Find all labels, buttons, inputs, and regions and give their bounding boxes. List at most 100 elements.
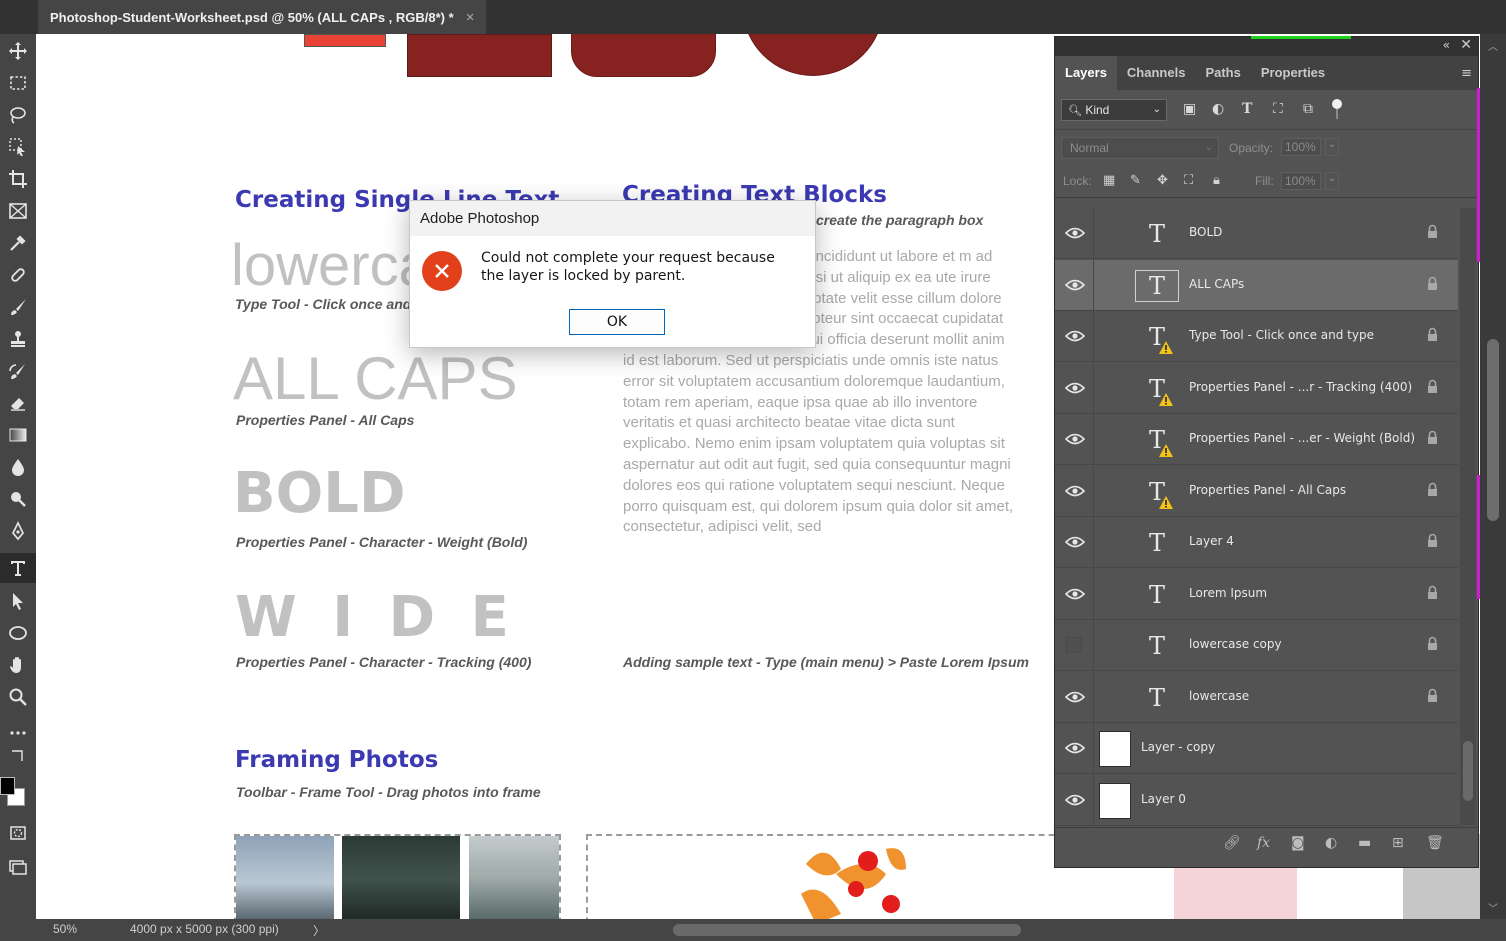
- ok-button[interactable]: OK: [569, 309, 665, 335]
- lasso-tool-icon[interactable]: [0, 100, 36, 130]
- layer-row[interactable]: Layer 0: [1055, 774, 1458, 826]
- blend-mode-select[interactable]: Normal ⌄: [1061, 137, 1219, 159]
- eye-icon[interactable]: [1064, 380, 1086, 394]
- eye-icon[interactable]: [1064, 225, 1086, 239]
- move-tool-icon[interactable]: [0, 36, 36, 66]
- screen-mode-icon[interactable]: [0, 852, 36, 882]
- eye-icon[interactable]: [1064, 534, 1086, 548]
- foreground-color-swatch[interactable]: [0, 777, 15, 795]
- layer-row[interactable]: T ALL CAPs: [1055, 259, 1458, 311]
- close-panel-icon[interactable]: ✕: [1460, 37, 1472, 53]
- tab-layers[interactable]: Layers: [1055, 56, 1117, 90]
- ellipse-tool-icon[interactable]: [0, 618, 36, 648]
- more-tools-icon[interactable]: [0, 718, 36, 748]
- visibility-toggle-off[interactable]: [1066, 637, 1082, 653]
- pen-tool-icon[interactable]: [0, 516, 36, 546]
- color-swatches[interactable]: [0, 774, 28, 810]
- lock-artboard-icon[interactable]: ⛶: [1184, 173, 1193, 188]
- spot-healing-tool-icon[interactable]: [0, 260, 36, 290]
- tab-paths[interactable]: Paths: [1195, 56, 1250, 90]
- crop-tool-icon[interactable]: [0, 164, 36, 194]
- tab-properties[interactable]: Properties: [1251, 56, 1335, 90]
- adjustment-layer-icon[interactable]: ◐: [1325, 835, 1337, 851]
- lock-image-icon[interactable]: ✎: [1130, 173, 1141, 188]
- scroll-up-icon[interactable]: ︿: [1488, 38, 1498, 53]
- eye-icon[interactable]: [1064, 586, 1086, 600]
- layers-scrollbar[interactable]: [1460, 208, 1476, 825]
- eye-icon[interactable]: [1064, 740, 1086, 754]
- vertical-scroll-thumb[interactable]: [1487, 339, 1499, 521]
- visibility-divider: [1093, 208, 1094, 259]
- lock-position-icon[interactable]: ✥: [1157, 173, 1168, 188]
- sample-wide: W I D E: [235, 585, 517, 650]
- layer-row[interactable]: T Properties Panel - ...r - Tracking (400…: [1055, 362, 1458, 414]
- eye-icon[interactable]: [1064, 689, 1086, 703]
- close-tab-icon[interactable]: ×: [466, 1, 475, 34]
- layers-scroll-thumb[interactable]: [1463, 741, 1473, 801]
- delete-layer-icon[interactable]: 🗑︎: [1426, 835, 1444, 851]
- add-mask-icon[interactable]: ◙: [1291, 835, 1305, 851]
- panel-menu-icon[interactable]: ≡: [1461, 66, 1472, 81]
- frame-tool-icon[interactable]: [0, 196, 36, 226]
- photo-dark-forest[interactable]: [342, 836, 460, 919]
- lock-all-icon[interactable]: 🔒︎: [1213, 173, 1220, 188]
- status-menu-arrow-icon[interactable]: 〉: [313, 922, 325, 939]
- brush-tool-icon[interactable]: [0, 292, 36, 322]
- horizontal-scroll-thumb[interactable]: [673, 924, 1021, 936]
- layer-row[interactable]: T Lorem Ipsum: [1055, 568, 1458, 620]
- eye-icon[interactable]: [1064, 277, 1086, 291]
- quick-mask-icon[interactable]: [0, 818, 36, 848]
- type-tool-icon[interactable]: [0, 553, 36, 583]
- layer-row[interactable]: Layer - copy: [1055, 723, 1458, 774]
- eye-icon[interactable]: [1064, 792, 1086, 806]
- opacity-dropdown-icon[interactable]: ⌄: [1325, 138, 1339, 156]
- fill-field[interactable]: 100%: [1281, 172, 1321, 190]
- layer-row[interactable]: T Type Tool - Click once and type: [1055, 311, 1458, 362]
- eye-icon[interactable]: [1064, 431, 1086, 445]
- layer-row[interactable]: T Properties Panel - ...er - Weight (Bold…: [1055, 414, 1458, 465]
- layer-row[interactable]: Tlowercase: [1055, 671, 1458, 723]
- collapse-panel-icon[interactable]: «: [1443, 38, 1450, 52]
- shape-filter-icon[interactable]: ⛶: [1273, 101, 1283, 117]
- eyedropper-tool-icon[interactable]: [0, 228, 36, 258]
- new-layer-icon[interactable]: ⊞: [1392, 835, 1404, 851]
- adjustment-filter-icon[interactable]: ◐: [1212, 101, 1224, 117]
- visibility-divider: [1093, 517, 1094, 568]
- gradient-tool-icon[interactable]: [0, 420, 36, 450]
- photo-pine-fog[interactable]: [469, 836, 559, 919]
- zoom-level[interactable]: 50%: [53, 922, 77, 936]
- canvas-vertical-scrollbar[interactable]: ︿ ﹀: [1480, 34, 1506, 919]
- history-brush-tool-icon[interactable]: [0, 356, 36, 386]
- eraser-tool-icon[interactable]: [0, 388, 36, 418]
- scroll-down-icon[interactable]: ﹀: [1488, 900, 1498, 915]
- photo-misty-forest[interactable]: [236, 836, 334, 919]
- eye-icon[interactable]: [1064, 328, 1086, 342]
- layer-row[interactable]: T BOLD: [1055, 208, 1458, 259]
- document-tab[interactable]: Photoshop-Student-Worksheet.psd @ 50% (A…: [38, 0, 487, 34]
- object-select-tool-icon[interactable]: [0, 132, 36, 162]
- eye-icon[interactable]: [1064, 483, 1086, 497]
- opacity-field[interactable]: 100%: [1281, 138, 1321, 156]
- smart-object-filter-icon[interactable]: ⧉: [1303, 101, 1313, 117]
- fill-dropdown-icon[interactable]: ⌄: [1325, 172, 1339, 190]
- hand-tool-icon[interactable]: [0, 650, 36, 680]
- lock-transparent-icon[interactable]: ▦: [1103, 173, 1115, 188]
- layer-row[interactable]: T Layer 4: [1055, 517, 1458, 568]
- layer-row[interactable]: T Properties Panel - All Caps: [1055, 465, 1458, 517]
- layer-style-icon[interactable]: fx: [1257, 835, 1270, 851]
- pixel-filter-icon[interactable]: ▣: [1183, 101, 1196, 117]
- clone-stamp-tool-icon[interactable]: [0, 324, 36, 354]
- filter-toggle-icon[interactable]: [1332, 99, 1342, 121]
- kind-filter-select[interactable]: 🔍︎ Kind ⌄: [1061, 99, 1167, 121]
- zoom-tool-icon[interactable]: [0, 682, 36, 712]
- new-group-icon[interactable]: ▬: [1358, 835, 1371, 851]
- link-layers-icon[interactable]: 🔗︎: [1223, 835, 1241, 851]
- path-select-tool-icon[interactable]: [0, 586, 36, 616]
- type-filter-icon[interactable]: T: [1242, 101, 1252, 117]
- marquee-tool-icon[interactable]: [0, 68, 36, 98]
- dodge-tool-icon[interactable]: [0, 484, 36, 514]
- blur-tool-icon[interactable]: [0, 452, 36, 482]
- tab-channels[interactable]: Channels: [1117, 56, 1196, 90]
- swap-colors-icon[interactable]: [0, 746, 36, 766]
- layer-row[interactable]: Tlowercase copy: [1055, 620, 1458, 671]
